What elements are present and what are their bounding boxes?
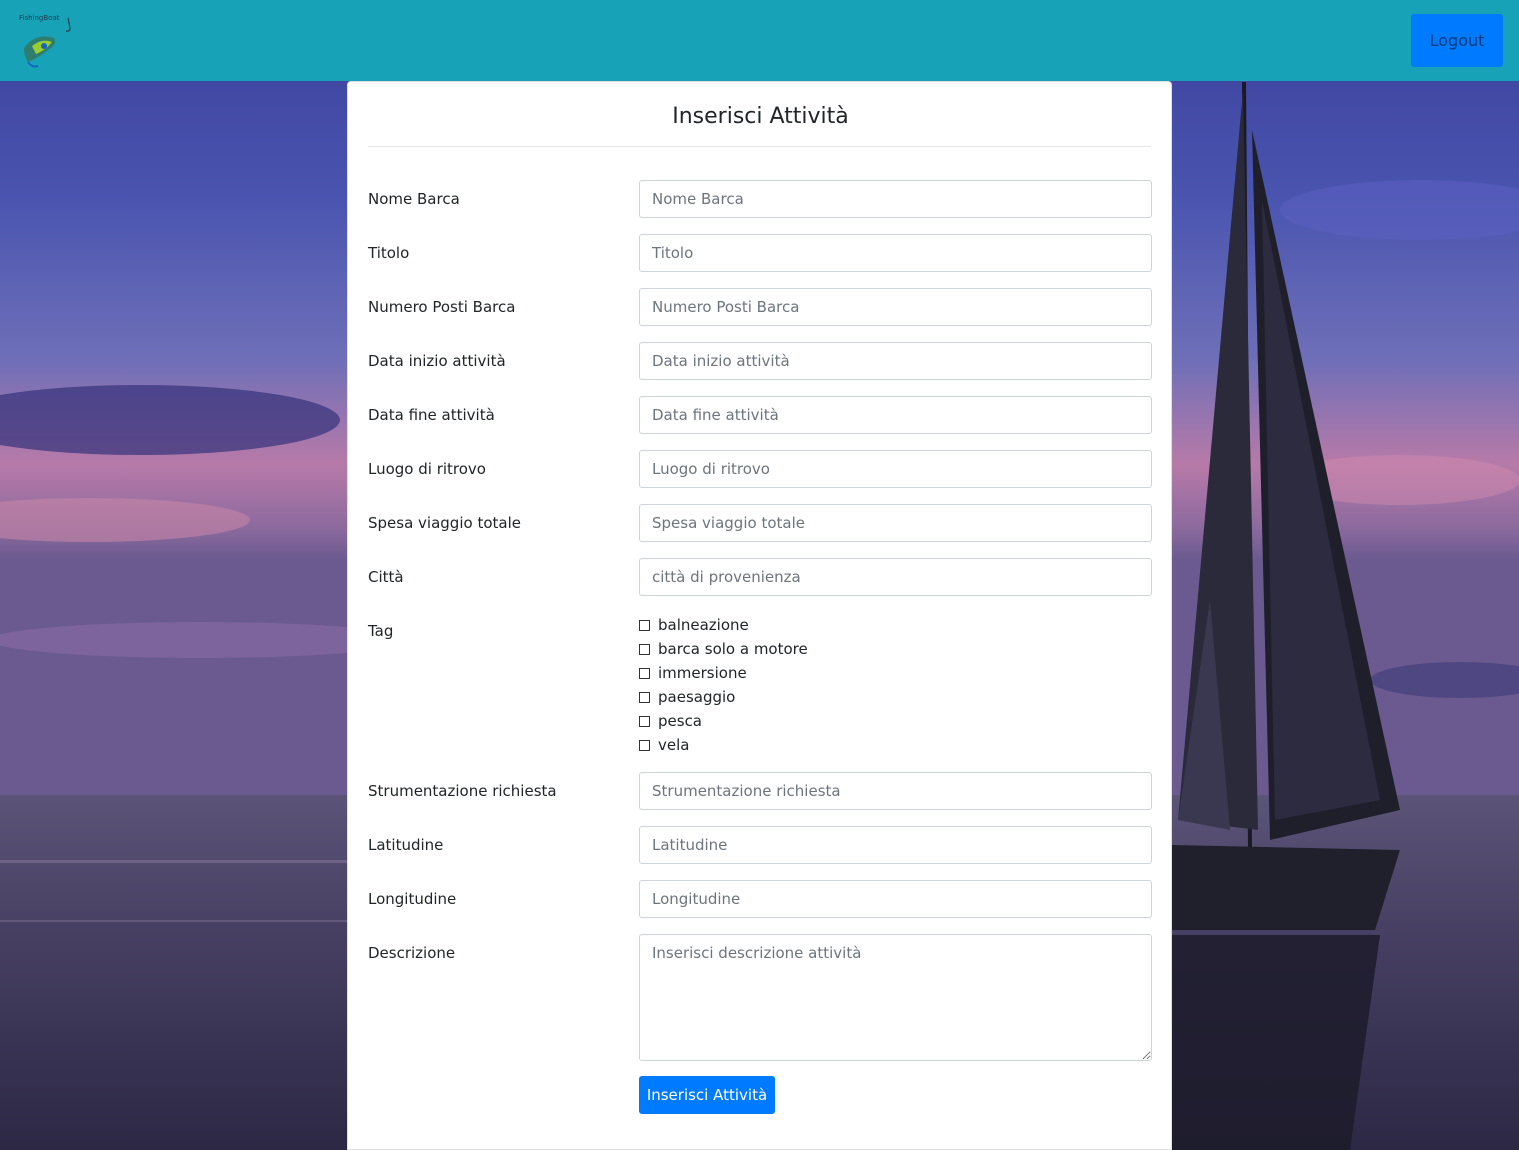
label-tag: Tag bbox=[368, 622, 394, 640]
label-citta: Città bbox=[368, 568, 404, 586]
numero-posti-input[interactable] bbox=[639, 288, 1152, 326]
data-inizio-input[interactable] bbox=[639, 342, 1152, 380]
longitudine-input[interactable] bbox=[639, 880, 1152, 918]
label-nome-barca: Nome Barca bbox=[368, 190, 460, 208]
spesa-input[interactable] bbox=[639, 504, 1152, 542]
label-data-inizio: Data inizio attività bbox=[368, 352, 506, 370]
latitudine-input[interactable] bbox=[639, 826, 1152, 864]
tag-label: barca solo a motore bbox=[658, 640, 808, 658]
citta-input[interactable] bbox=[639, 558, 1152, 596]
checkbox-pesca[interactable] bbox=[639, 715, 650, 727]
descrizione-textarea[interactable] bbox=[639, 934, 1152, 1061]
titolo-input[interactable] bbox=[639, 234, 1152, 272]
tag-item-immersione[interactable]: immersione bbox=[639, 661, 808, 685]
checkbox-paesaggio[interactable] bbox=[639, 691, 650, 703]
tag-label: vela bbox=[658, 736, 690, 754]
tag-item-barca-motore[interactable]: barca solo a motore bbox=[639, 637, 808, 661]
label-numero-posti: Numero Posti Barca bbox=[368, 298, 516, 316]
inserisci-attivita-button[interactable]: Inserisci Attività bbox=[639, 1076, 775, 1114]
tag-item-vela[interactable]: vela bbox=[639, 733, 808, 757]
tag-label: pesca bbox=[658, 712, 703, 730]
logout-button[interactable]: Logout bbox=[1411, 14, 1503, 67]
luogo-input[interactable] bbox=[639, 450, 1152, 488]
title-divider bbox=[368, 146, 1151, 147]
tag-item-pesca[interactable]: pesca bbox=[639, 709, 808, 733]
label-strumentazione: Strumentazione richiesta bbox=[368, 782, 557, 800]
svg-text:FishingBoat: FishingBoat bbox=[19, 14, 60, 22]
form-title: Inserisci Attività bbox=[672, 104, 849, 129]
label-longitudine: Longitudine bbox=[368, 890, 457, 908]
tag-checkbox-list: balneazione barca solo a motore immersio… bbox=[639, 613, 808, 757]
checkbox-barca-motore[interactable] bbox=[639, 643, 650, 655]
checkbox-immersione[interactable] bbox=[639, 667, 650, 679]
label-latitudine: Latitudine bbox=[368, 836, 444, 854]
label-luogo: Luogo di ritrovo bbox=[368, 460, 486, 478]
tag-item-paesaggio[interactable]: paesaggio bbox=[639, 685, 808, 709]
nome-barca-input[interactable] bbox=[639, 180, 1152, 218]
label-data-fine: Data fine attività bbox=[368, 406, 495, 424]
checkbox-balneazione[interactable] bbox=[639, 619, 650, 631]
tag-label: paesaggio bbox=[658, 688, 736, 706]
tag-item-balneazione[interactable]: balneazione bbox=[639, 613, 808, 637]
data-fine-input[interactable] bbox=[639, 396, 1152, 434]
label-titolo: Titolo bbox=[368, 244, 410, 262]
tag-label: balneazione bbox=[658, 616, 749, 634]
insert-activity-card: Inserisci Attività Nome Barca Titolo Num… bbox=[347, 81, 1172, 1150]
label-descrizione: Descrizione bbox=[368, 944, 456, 962]
checkbox-vela[interactable] bbox=[639, 739, 650, 751]
tag-label: immersione bbox=[658, 664, 747, 682]
strumentazione-input[interactable] bbox=[639, 772, 1152, 810]
top-navbar: FishingBoat Logout bbox=[0, 0, 1519, 81]
label-spesa: Spesa viaggio totale bbox=[368, 514, 521, 532]
fishing-logo-icon[interactable]: FishingBoat bbox=[18, 12, 80, 70]
